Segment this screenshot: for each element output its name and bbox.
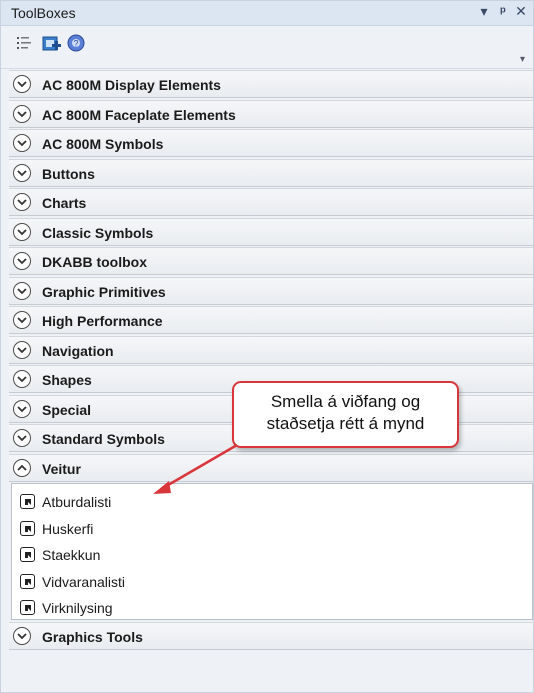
graphic-item-icon xyxy=(20,494,35,509)
expand-chevron-icon[interactable] xyxy=(13,252,31,270)
expand-chevron-icon[interactable] xyxy=(13,75,31,93)
panel-title: ToolBoxes xyxy=(11,5,76,21)
toolbox-group[interactable]: Charts xyxy=(9,188,533,216)
group-items-panel: Atburdalisti Huskerfi Staekkun Vidvaranalis… xyxy=(11,483,533,620)
list-view-icon[interactable] xyxy=(15,33,37,55)
group-label: Buttons xyxy=(42,165,95,182)
instruction-callout: Smella á viðfang og staðsetja rétt á myn… xyxy=(232,381,459,448)
group-label: Charts xyxy=(42,195,87,211)
toolbox-group[interactable]: AC 800M Faceplate Elements xyxy=(9,99,533,128)
toolbox-group[interactable]: Buttons xyxy=(9,158,533,187)
toolbox-group[interactable]: Graphic Primitives xyxy=(9,276,533,305)
toolbox-item-label: Staekkun xyxy=(42,547,101,563)
expand-chevron-icon[interactable] xyxy=(13,104,31,123)
expand-chevron-icon[interactable] xyxy=(13,281,31,300)
graphic-item-icon xyxy=(20,520,35,536)
callout-line-2: staðsetja rétt á mynd xyxy=(266,414,425,433)
toolbox-group-expanded[interactable]: Veitur xyxy=(9,453,533,482)
expand-chevron-icon[interactable] xyxy=(13,340,31,359)
add-item-icon[interactable] xyxy=(41,33,63,55)
expand-chevron-icon[interactable] xyxy=(13,163,31,182)
toolbox-group[interactable]: AC 800M Symbols xyxy=(9,129,533,157)
help-icon[interactable]: ? xyxy=(65,33,87,55)
toolbox-group[interactable]: Navigation xyxy=(9,335,533,364)
toolbox-item-label: Huskerfi xyxy=(42,520,94,537)
toolbox-group[interactable]: High Performance xyxy=(9,306,533,334)
group-label: Graphic Primitives xyxy=(42,283,166,300)
group-label: Graphics Tools xyxy=(42,628,143,645)
graphic-item-icon xyxy=(20,600,35,615)
expand-chevron-icon[interactable] xyxy=(13,370,31,388)
svg-text:?: ? xyxy=(74,39,79,49)
expand-chevron-icon[interactable] xyxy=(13,429,31,447)
expand-chevron-icon[interactable] xyxy=(13,626,31,645)
expand-chevron-icon[interactable] xyxy=(13,193,31,211)
group-label: Navigation xyxy=(42,342,114,359)
callout-line-1: Smella á viðfang og xyxy=(270,392,421,411)
toolbox-group[interactable]: Graphics Tools xyxy=(9,621,533,650)
window-position-dropdown-icon[interactable]: ▾ xyxy=(475,3,493,20)
group-label: Shapes xyxy=(42,372,92,388)
toolbox-item-label: Vidvaranalisti xyxy=(42,573,126,590)
toolbox-item-label: Virknilysing xyxy=(42,600,113,616)
toolbox-group[interactable]: Classic Symbols xyxy=(9,217,533,246)
callout-arrow xyxy=(153,443,238,494)
graphic-item-icon xyxy=(20,547,35,562)
toolbox-group[interactable]: DKABB toolbox xyxy=(9,247,533,275)
expand-chevron-icon[interactable] xyxy=(13,134,31,152)
graphic-item-icon xyxy=(20,573,35,589)
toolboxes-panel: ToolBoxes ▾ ᵖ ✕ ? ▾ AC 800M Display Elem… xyxy=(0,0,534,693)
group-label: AC 800M Display Elements xyxy=(42,77,221,93)
toolbar: ? ▾ xyxy=(1,26,533,69)
group-label: Special xyxy=(42,401,92,418)
group-label: AC 800M Symbols xyxy=(42,136,164,152)
group-label: DKABB toolbox xyxy=(42,254,147,270)
toolbox-group-list: AC 800M Display Elements AC 800M Faceplat… xyxy=(1,70,533,651)
group-label: Classic Symbols xyxy=(42,224,154,241)
group-label: AC 800M Faceplate Elements xyxy=(42,106,236,123)
expand-chevron-icon[interactable] xyxy=(13,311,31,329)
collapse-chevron-icon[interactable] xyxy=(13,458,31,477)
panel-titlebar: ToolBoxes ▾ ᵖ ✕ xyxy=(1,1,533,26)
toolbox-item-label: Atburdalisti xyxy=(42,494,112,510)
group-label: Veitur xyxy=(42,460,81,477)
close-icon[interactable]: ✕ xyxy=(512,3,530,20)
toolbox-group[interactable]: AC 800M Display Elements xyxy=(9,70,533,98)
group-label: High Performance xyxy=(42,313,163,329)
expand-chevron-icon[interactable] xyxy=(13,222,31,241)
pin-icon[interactable]: ᵖ xyxy=(494,3,512,19)
toolbar-overflow-icon[interactable]: ▾ xyxy=(520,54,525,65)
expand-chevron-icon[interactable] xyxy=(13,399,31,418)
